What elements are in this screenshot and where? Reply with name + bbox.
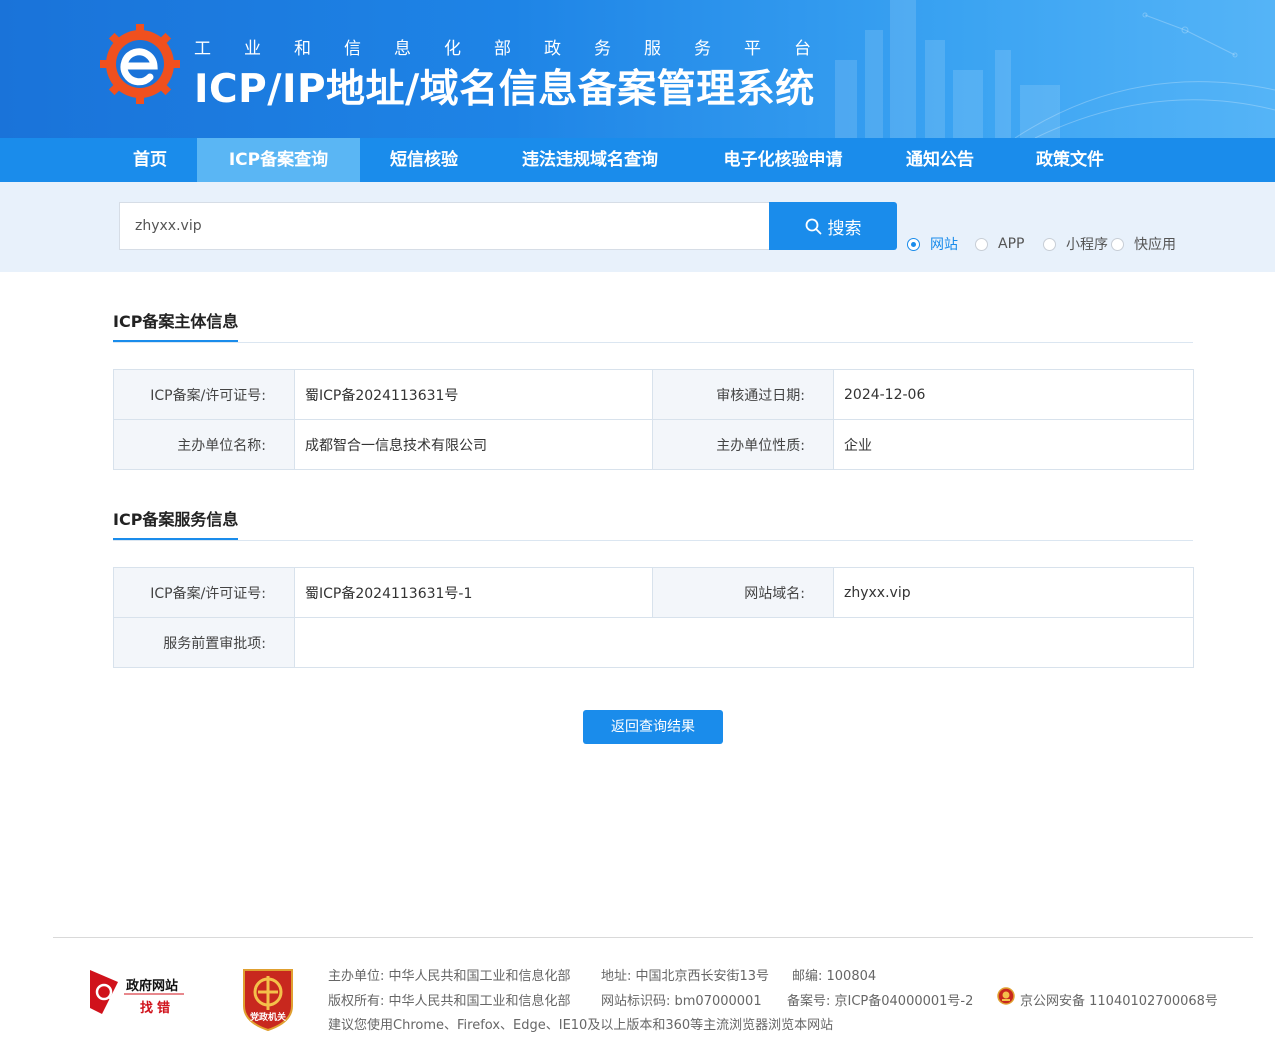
org-type-value: 企业 bbox=[833, 419, 1194, 470]
table-row: ICP备案/许可证号: 蜀ICP备2024113631号 审核通过日期: 202… bbox=[113, 369, 1194, 420]
table-row: 主办单位名称: 成都智合一信息技术有限公司 主办单位性质: 企业 bbox=[113, 419, 1194, 470]
table-row: ICP备案/许可证号: 蜀ICP备2024113631号-1 网站域名: zhy… bbox=[113, 567, 1194, 618]
footer-icp-link[interactable]: 备案号: 京ICP备04000001号-2 bbox=[787, 990, 973, 1009]
back-to-results-button[interactable]: 返回查询结果 bbox=[583, 710, 723, 744]
search-button-label: 搜索 bbox=[827, 218, 862, 239]
preapproval-value bbox=[294, 617, 1194, 668]
domain-label: 网站域名: bbox=[652, 567, 834, 618]
search-icon bbox=[805, 218, 821, 234]
radio-dot-icon bbox=[975, 237, 988, 251]
org-name-label: 主办单位名称: bbox=[113, 419, 295, 470]
radio-mini-program[interactable]: 小程序 bbox=[1043, 235, 1108, 253]
radio-dot-icon bbox=[1043, 237, 1056, 251]
party-badge-label: 党政机关 bbox=[249, 1013, 286, 1023]
subject-section-title: ICP备案主体信息 bbox=[113, 308, 239, 342]
divider bbox=[113, 342, 1193, 343]
nav-icp-query[interactable]: ICP备案查询 bbox=[197, 138, 360, 182]
search-input[interactable] bbox=[119, 202, 771, 250]
radio-app[interactable]: APP bbox=[975, 235, 1024, 253]
footer-postcode: 邮编: 100804 bbox=[792, 969, 877, 984]
platform-subtitle: 工业和信息化部政务服务平台 bbox=[194, 39, 844, 59]
footer-copyright: 版权所有: 中华人民共和国工业和信息化部 bbox=[328, 994, 571, 1009]
service-license-value: 蜀ICP备2024113631号-1 bbox=[294, 567, 653, 618]
subject-info-table: ICP备案/许可证号: 蜀ICP备2024113631号 审核通过日期: 202… bbox=[113, 369, 1194, 470]
domain-value: zhyxx.vip bbox=[833, 567, 1194, 618]
footer-address: 地址: 中国北京西长安街13号 bbox=[601, 969, 770, 984]
police-emblem-icon bbox=[997, 987, 1015, 1005]
gov-badge-line1: 政府网站 bbox=[126, 979, 179, 994]
footer-site-id: 网站标识码: bm07000001 bbox=[601, 994, 762, 1009]
radio-app-label: APP bbox=[998, 236, 1025, 252]
license-label: ICP备案/许可证号: bbox=[113, 369, 295, 420]
footer-browser-tip: 建议您使用Chrome、Firefox、Edge、IE10及以上版本和360等主… bbox=[328, 1018, 834, 1033]
radio-mini-program-label: 小程序 bbox=[1066, 237, 1108, 253]
approval-date-label: 审核通过日期: bbox=[652, 369, 834, 420]
nav-illegal-domain-query[interactable]: 违法违规域名查询 bbox=[488, 138, 692, 182]
service-license-label: ICP备案/许可证号: bbox=[113, 567, 295, 618]
radio-quick-app-label: 快应用 bbox=[1134, 237, 1176, 253]
footer-police-record-link[interactable]: 京公网安备 11040102700068号 bbox=[1020, 990, 1218, 1009]
table-row: 服务前置审批项: bbox=[113, 617, 1194, 668]
search-area: 搜索 网站 APP 小程序 快应用 bbox=[0, 182, 1275, 272]
footer-organizer: 主办单位: 中华人民共和国工业和信息化部 bbox=[328, 969, 571, 984]
preapproval-label: 服务前置审批项: bbox=[113, 617, 295, 668]
header-banner: 工业和信息化部政务服务平台 ICP/IP地址/域名信息备案管理系统 bbox=[0, 0, 1275, 138]
search-button[interactable]: 搜索 bbox=[769, 202, 897, 250]
radio-dot-icon bbox=[1111, 237, 1124, 251]
nav-notices[interactable]: 通知公告 bbox=[874, 138, 1006, 182]
nav-policy-docs[interactable]: 政策文件 bbox=[1006, 138, 1134, 182]
radio-dot-icon bbox=[907, 237, 920, 251]
org-name-value: 成都智合一信息技术有限公司 bbox=[294, 419, 653, 470]
org-type-label: 主办单位性质: bbox=[652, 419, 834, 470]
radio-quick-app[interactable]: 快应用 bbox=[1111, 235, 1176, 253]
gov-badge-line2: 找错 bbox=[140, 1001, 175, 1016]
license-value: 蜀ICP备2024113631号 bbox=[294, 369, 653, 420]
service-info-table: ICP备案/许可证号: 蜀ICP备2024113631号-1 网站域名: zhy… bbox=[113, 567, 1194, 668]
system-title: ICP/IP地址/域名信息备案管理系统 bbox=[194, 67, 815, 112]
nav-home[interactable]: 首页 bbox=[103, 138, 197, 182]
radio-website[interactable]: 网站 bbox=[907, 235, 958, 253]
service-section-title: ICP备案服务信息 bbox=[113, 506, 239, 540]
nav-sms-verify[interactable]: 短信核验 bbox=[360, 138, 488, 182]
footer-divider bbox=[53, 937, 1253, 938]
gov-site-error-report-badge[interactable]: 政府网站 找错 bbox=[88, 968, 188, 1016]
radio-website-label: 网站 bbox=[930, 237, 958, 253]
miit-logo-icon bbox=[100, 24, 180, 104]
divider bbox=[113, 540, 1193, 541]
nav-e-verify-apply[interactable]: 电子化核验申请 bbox=[692, 138, 874, 182]
main-nav: 首页 ICP备案查询 短信核验 违法违规域名查询 电子化核验申请 通知公告 政策… bbox=[0, 138, 1275, 182]
approval-date-value: 2024-12-06 bbox=[833, 369, 1194, 420]
party-gov-badge[interactable]: 党政机关 bbox=[240, 966, 296, 1032]
